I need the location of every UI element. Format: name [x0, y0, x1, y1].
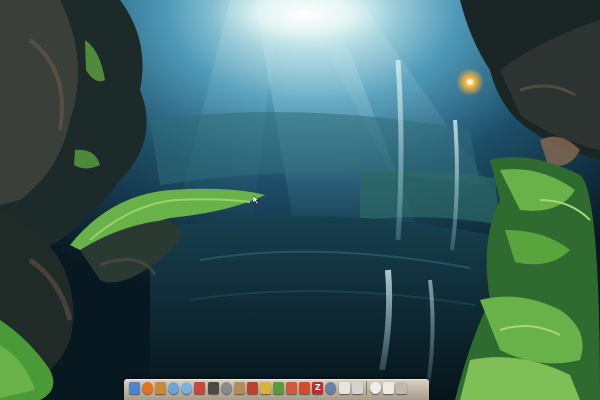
desktop[interactable]: Z	[0, 0, 600, 400]
text-document-icon[interactable]	[382, 382, 394, 394]
trash-icon[interactable]	[395, 382, 407, 394]
itunes-icon[interactable]	[181, 382, 193, 394]
globe-icon[interactable]	[325, 382, 337, 394]
download-icon[interactable]	[369, 382, 381, 394]
flag-icon[interactable]	[299, 382, 311, 394]
terminal-icon[interactable]	[207, 382, 219, 394]
photo-booth-icon[interactable]	[246, 382, 258, 394]
dock-items: Z	[129, 381, 407, 395]
dock: Z	[124, 379, 429, 400]
dock-separator	[365, 381, 367, 395]
filezilla-icon[interactable]: Z	[312, 382, 324, 394]
document-icon[interactable]	[338, 382, 350, 394]
calendar-icon[interactable]	[286, 382, 298, 394]
finder-icon[interactable]	[129, 382, 140, 394]
cave-wallpaper	[0, 0, 600, 400]
photo-icon[interactable]	[194, 382, 206, 394]
firefox-icon[interactable]	[142, 382, 154, 394]
preview-icon[interactable]	[351, 382, 363, 394]
preferences-icon[interactable]	[220, 382, 232, 394]
mouse-pointer-icon	[253, 196, 259, 204]
address-book-icon[interactable]	[233, 382, 245, 394]
safari-icon[interactable]	[168, 382, 180, 394]
star-icon[interactable]	[259, 382, 271, 394]
mail-icon[interactable]	[155, 382, 167, 394]
leaf-icon[interactable]	[273, 382, 285, 394]
